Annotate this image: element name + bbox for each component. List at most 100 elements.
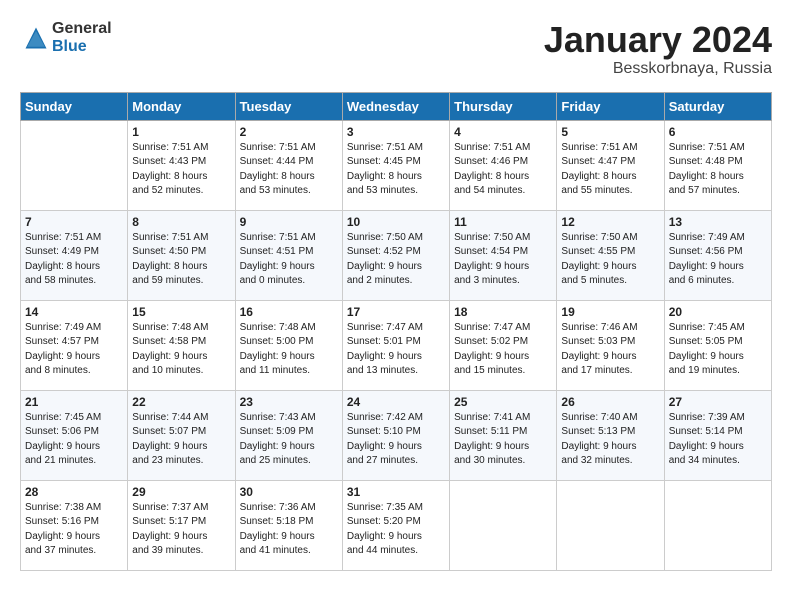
header-monday: Monday [128,92,235,120]
table-row: 18 Sunrise: 7:47 AM Sunset: 5:02 PM Dayli… [450,300,557,390]
calendar-week-row: 28 Sunrise: 7:38 AM Sunset: 5:16 PM Dayli… [21,480,772,570]
day-number: 8 [132,215,230,229]
day-number: 19 [561,305,659,319]
table-row: 28 Sunrise: 7:38 AM Sunset: 5:16 PM Dayli… [21,480,128,570]
day-number: 30 [240,485,338,499]
day-info: Sunrise: 7:51 AM Sunset: 4:44 PM Dayligh… [240,141,338,199]
day-info: Sunrise: 7:44 AM Sunset: 5:07 PM Dayligh… [132,411,230,469]
day-info: Sunrise: 7:51 AM Sunset: 4:43 PM Dayligh… [132,141,230,199]
day-number: 18 [454,305,552,319]
day-info: Sunrise: 7:51 AM Sunset: 4:45 PM Dayligh… [347,141,445,199]
table-row: 20 Sunrise: 7:45 AM Sunset: 5:05 PM Dayli… [664,300,771,390]
day-info: Sunrise: 7:51 AM Sunset: 4:47 PM Dayligh… [561,141,659,199]
logo-text: General Blue [52,20,112,55]
day-info: Sunrise: 7:51 AM Sunset: 4:46 PM Dayligh… [454,141,552,199]
table-row: 19 Sunrise: 7:46 AM Sunset: 5:03 PM Dayli… [557,300,664,390]
day-info: Sunrise: 7:43 AM Sunset: 5:09 PM Dayligh… [240,411,338,469]
day-number: 15 [132,305,230,319]
day-info: Sunrise: 7:42 AM Sunset: 5:10 PM Dayligh… [347,411,445,469]
day-number: 21 [25,395,123,409]
title-block: January 2024 Besskorbnaya, Russia [544,20,772,78]
day-info: Sunrise: 7:45 AM Sunset: 5:06 PM Dayligh… [25,411,123,469]
day-number: 16 [240,305,338,319]
day-number: 3 [347,125,445,139]
header-sunday: Sunday [21,92,128,120]
table-row: 7 Sunrise: 7:51 AM Sunset: 4:49 PM Daylig… [21,210,128,300]
day-number: 12 [561,215,659,229]
table-row: 5Sunrise: 7:51 AM Sunset: 4:47 PM Daylig… [557,120,664,210]
day-info: Sunrise: 7:46 AM Sunset: 5:03 PM Dayligh… [561,321,659,379]
logo-icon [22,24,50,52]
day-number: 13 [669,215,767,229]
day-info: Sunrise: 7:41 AM Sunset: 5:11 PM Dayligh… [454,411,552,469]
day-info: Sunrise: 7:37 AM Sunset: 5:17 PM Dayligh… [132,501,230,559]
day-number: 27 [669,395,767,409]
logo-general-text: General [52,20,112,38]
day-number: 26 [561,395,659,409]
table-row: 22 Sunrise: 7:44 AM Sunset: 5:07 PM Dayli… [128,390,235,480]
table-row: 9 Sunrise: 7:51 AM Sunset: 4:51 PM Daylig… [235,210,342,300]
table-row: 8Sunrise: 7:51 AM Sunset: 4:50 PM Daylig… [128,210,235,300]
table-row: 23 Sunrise: 7:43 AM Sunset: 5:09 PM Dayli… [235,390,342,480]
table-row: 15 Sunrise: 7:48 AM Sunset: 4:58 PM Dayli… [128,300,235,390]
table-row [557,480,664,570]
table-row: 16Sunrise: 7:48 AM Sunset: 5:00 PM Dayli… [235,300,342,390]
month-title: January 2024 [544,20,772,60]
day-number: 11 [454,215,552,229]
day-number: 20 [669,305,767,319]
day-info: Sunrise: 7:47 AM Sunset: 5:01 PM Dayligh… [347,321,445,379]
calendar-week-row: 1Sunrise: 7:51 AM Sunset: 4:43 PM Daylig… [21,120,772,210]
calendar-week-row: 21 Sunrise: 7:45 AM Sunset: 5:06 PM Dayli… [21,390,772,480]
day-info: Sunrise: 7:51 AM Sunset: 4:48 PM Dayligh… [669,141,767,199]
day-info: Sunrise: 7:35 AM Sunset: 5:20 PM Dayligh… [347,501,445,559]
page-container: General Blue January 2024 Besskorbnaya, … [0,0,792,581]
page-header: General Blue January 2024 Besskorbnaya, … [20,20,772,78]
calendar-header-row: Sunday Monday Tuesday Wednesday Thursday… [21,92,772,120]
calendar-table: Sunday Monday Tuesday Wednesday Thursday… [20,92,772,571]
day-info: Sunrise: 7:50 AM Sunset: 4:52 PM Dayligh… [347,231,445,289]
day-info: Sunrise: 7:40 AM Sunset: 5:13 PM Dayligh… [561,411,659,469]
header-saturday: Saturday [664,92,771,120]
day-number: 25 [454,395,552,409]
table-row [21,120,128,210]
day-info: Sunrise: 7:48 AM Sunset: 4:58 PM Dayligh… [132,321,230,379]
header-tuesday: Tuesday [235,92,342,120]
day-info: Sunrise: 7:50 AM Sunset: 4:54 PM Dayligh… [454,231,552,289]
table-row: 30 Sunrise: 7:36 AM Sunset: 5:18 PM Dayli… [235,480,342,570]
day-number: 24 [347,395,445,409]
day-number: 9 [240,215,338,229]
day-info: Sunrise: 7:49 AM Sunset: 4:56 PM Dayligh… [669,231,767,289]
day-info: Sunrise: 7:47 AM Sunset: 5:02 PM Dayligh… [454,321,552,379]
table-row: 29Sunrise: 7:37 AM Sunset: 5:17 PM Dayli… [128,480,235,570]
day-number: 23 [240,395,338,409]
table-row: 17Sunrise: 7:47 AM Sunset: 5:01 PM Dayli… [342,300,449,390]
table-row: 1Sunrise: 7:51 AM Sunset: 4:43 PM Daylig… [128,120,235,210]
day-number: 6 [669,125,767,139]
header-wednesday: Wednesday [342,92,449,120]
table-row: 10 Sunrise: 7:50 AM Sunset: 4:52 PM Dayli… [342,210,449,300]
table-row: 11 Sunrise: 7:50 AM Sunset: 4:54 PM Dayli… [450,210,557,300]
table-row: 2Sunrise: 7:51 AM Sunset: 4:44 PM Daylig… [235,120,342,210]
table-row [450,480,557,570]
calendar-week-row: 7 Sunrise: 7:51 AM Sunset: 4:49 PM Daylig… [21,210,772,300]
day-number: 10 [347,215,445,229]
day-info: Sunrise: 7:36 AM Sunset: 5:18 PM Dayligh… [240,501,338,559]
day-info: Sunrise: 7:51 AM Sunset: 4:51 PM Dayligh… [240,231,338,289]
table-row: 6 Sunrise: 7:51 AM Sunset: 4:48 PM Daylig… [664,120,771,210]
header-thursday: Thursday [450,92,557,120]
day-info: Sunrise: 7:45 AM Sunset: 5:05 PM Dayligh… [669,321,767,379]
table-row: 25 Sunrise: 7:41 AM Sunset: 5:11 PM Dayli… [450,390,557,480]
day-number: 22 [132,395,230,409]
day-info: Sunrise: 7:51 AM Sunset: 4:49 PM Dayligh… [25,231,123,289]
location: Besskorbnaya, Russia [544,60,772,78]
calendar-week-row: 14Sunrise: 7:49 AM Sunset: 4:57 PM Dayli… [21,300,772,390]
day-info: Sunrise: 7:49 AM Sunset: 4:57 PM Dayligh… [25,321,123,379]
table-row: 21 Sunrise: 7:45 AM Sunset: 5:06 PM Dayli… [21,390,128,480]
table-row: 27Sunrise: 7:39 AM Sunset: 5:14 PM Dayli… [664,390,771,480]
day-info: Sunrise: 7:50 AM Sunset: 4:55 PM Dayligh… [561,231,659,289]
logo-blue-text: Blue [52,38,112,56]
day-number: 28 [25,485,123,499]
day-number: 7 [25,215,123,229]
table-row: 4Sunrise: 7:51 AM Sunset: 4:46 PM Daylig… [450,120,557,210]
day-info: Sunrise: 7:38 AM Sunset: 5:16 PM Dayligh… [25,501,123,559]
